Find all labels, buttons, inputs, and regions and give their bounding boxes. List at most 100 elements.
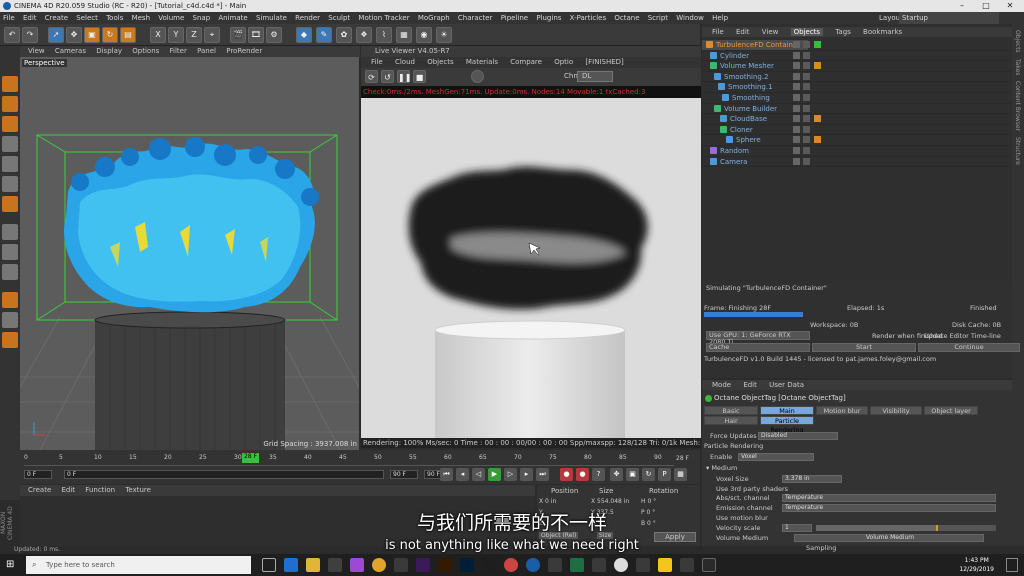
edges-mode-icon[interactable] [2, 156, 18, 172]
send-scene-icon[interactable]: ⟳ [365, 70, 378, 83]
go-to-start-icon[interactable]: ⏮ [440, 468, 453, 481]
object-row[interactable]: Smoothing.2 [702, 72, 1012, 83]
app-icon-12[interactable] [504, 558, 518, 572]
minimize-button[interactable]: – [950, 0, 974, 12]
object-menu-file[interactable]: File [712, 28, 724, 36]
current-frame-marker[interactable]: 28 F [242, 453, 259, 463]
viewport-menu-view[interactable]: View [28, 47, 45, 55]
coordinate-system-icon[interactable]: ⌖ [204, 27, 220, 43]
menu-window[interactable]: Window [676, 14, 704, 22]
cloner-icon[interactable]: ❖ [356, 27, 372, 43]
sticky-notes-icon[interactable] [658, 558, 672, 572]
material-menu-edit[interactable]: Edit [62, 486, 76, 494]
redo-icon[interactable]: ↷ [22, 27, 38, 43]
object-tag-icon[interactable] [814, 73, 821, 80]
enable-check-icon[interactable] [803, 104, 810, 112]
viewport-menu-cameras[interactable]: Cameras [55, 47, 86, 55]
uv-mode-icon[interactable] [2, 196, 18, 212]
live-viewer-menu-objects[interactable]: Objects [427, 58, 453, 66]
menu-mesh[interactable]: Mesh [132, 14, 150, 22]
camera-icon[interactable]: ◉ [416, 27, 432, 43]
app-icon-7[interactable] [394, 558, 408, 572]
viewport-menu-filter[interactable]: Filter [170, 47, 187, 55]
visibility-toggle-icon[interactable] [793, 104, 800, 112]
x-axis-lock-icon[interactable]: X [150, 27, 166, 43]
abs-sct-channel-select[interactable]: Temperature [782, 494, 996, 502]
menu-mograph[interactable]: MoGraph [418, 14, 450, 22]
app-icon-18[interactable] [636, 558, 650, 572]
preview-range-slider[interactable]: 0 F [64, 470, 384, 479]
attr-menu-edit[interactable]: Edit [743, 381, 757, 389]
object-row[interactable]: Random [702, 146, 1012, 157]
rotate-tool-icon[interactable]: ↻ [102, 27, 118, 43]
onenote-icon[interactable] [350, 558, 364, 572]
object-row[interactable]: Cylinder [702, 51, 1012, 62]
coord-size-x[interactable]: X 554.048 in [591, 498, 629, 505]
continue-button[interactable]: Continue [918, 343, 1020, 352]
taskbar-search-box[interactable]: ⌕ Type here to search [26, 556, 251, 574]
app-icon-14[interactable] [548, 558, 562, 572]
record-active-icon[interactable]: ● [560, 468, 573, 481]
enable-check-icon[interactable] [803, 83, 810, 91]
object-tag-icon[interactable] [814, 94, 821, 101]
object-tag-icon[interactable] [814, 83, 821, 90]
menu-simulate[interactable]: Simulate [256, 14, 287, 22]
task-view-icon[interactable] [262, 558, 276, 572]
coord-rot-h[interactable]: H 0 ° [641, 498, 656, 505]
menu-character[interactable]: Character [458, 14, 493, 22]
object-tag-icon[interactable] [814, 41, 821, 48]
volume-medium-button[interactable]: Volume Medium [794, 534, 984, 542]
menu-file[interactable]: File [3, 14, 15, 22]
store-icon[interactable] [328, 558, 342, 572]
voxel-size-field[interactable]: 3.378 in [782, 475, 842, 483]
enable-check-icon[interactable] [803, 125, 810, 133]
grid-icon[interactable] [2, 332, 18, 348]
enable-check-icon[interactable] [803, 51, 810, 59]
photoshop-icon[interactable] [460, 558, 474, 572]
menu-create[interactable]: Create [45, 14, 68, 22]
menu-script[interactable]: Script [648, 14, 668, 22]
live-viewer-menu-materials[interactable]: Materials [466, 58, 498, 66]
object-tag-icon[interactable] [814, 126, 821, 133]
cube-icon[interactable]: ◆ [296, 27, 312, 43]
notifications-icon[interactable] [1006, 558, 1018, 572]
scene-icon[interactable]: ▦ [396, 27, 412, 43]
object-tag-icon[interactable] [814, 62, 821, 70]
object-tag-icon[interactable] [814, 136, 821, 144]
lock-workplane-icon[interactable] [2, 312, 18, 328]
app-icon-20[interactable] [680, 558, 694, 572]
object-tag-icon[interactable] [814, 105, 821, 112]
snap-icon[interactable] [2, 264, 18, 280]
coord-row-x[interactable]: X 0 in [539, 498, 556, 505]
object-row[interactable]: Smoothing.1 [702, 82, 1012, 93]
layout-select[interactable]: Startup [899, 12, 999, 24]
menu-sculpt[interactable]: Sculpt [328, 14, 350, 22]
perspective-viewport[interactable]: Perspective Grid Spacing : 3937.008 in [20, 57, 359, 450]
undo-icon[interactable]: ↶ [4, 27, 20, 43]
app-icon-21[interactable] [702, 558, 716, 572]
attr-menu-user-data[interactable]: User Data [769, 381, 804, 389]
autokey-icon[interactable]: ● [576, 468, 589, 481]
enable-check-icon[interactable] [803, 136, 810, 144]
menu-snap[interactable]: Snap [193, 14, 211, 22]
menu-pipeline[interactable]: Pipeline [501, 14, 528, 22]
enable-axis-icon[interactable] [2, 224, 18, 240]
pla-key-icon[interactable]: ▦ [674, 468, 687, 481]
material-menu-texture[interactable]: Texture [125, 486, 151, 494]
tab-basic[interactable]: Basic [704, 406, 758, 415]
object-menu-edit[interactable]: Edit [736, 28, 750, 36]
cinema4d-taskbar-icon[interactable] [526, 558, 540, 572]
close-button[interactable]: ✕ [998, 0, 1022, 12]
viewport-menu-prorender[interactable]: ProRender [226, 47, 262, 55]
enable-check-icon[interactable] [803, 94, 810, 101]
tab-object-layer[interactable]: Object layer [924, 406, 978, 415]
menu-render[interactable]: Render [295, 14, 320, 22]
side-tab-objects[interactable]: Objects [1014, 30, 1021, 53]
scale-key-icon[interactable]: ▣ [626, 468, 639, 481]
previous-key-icon[interactable]: ◂ [456, 468, 469, 481]
restart-render-icon[interactable]: ↺ [381, 70, 394, 83]
scale-tool-icon[interactable]: ▣ [84, 27, 100, 43]
position-key-icon[interactable]: ✥ [610, 468, 623, 481]
material-ball-icon[interactable] [471, 70, 484, 83]
object-row[interactable]: Volume Mesher [702, 61, 1012, 72]
